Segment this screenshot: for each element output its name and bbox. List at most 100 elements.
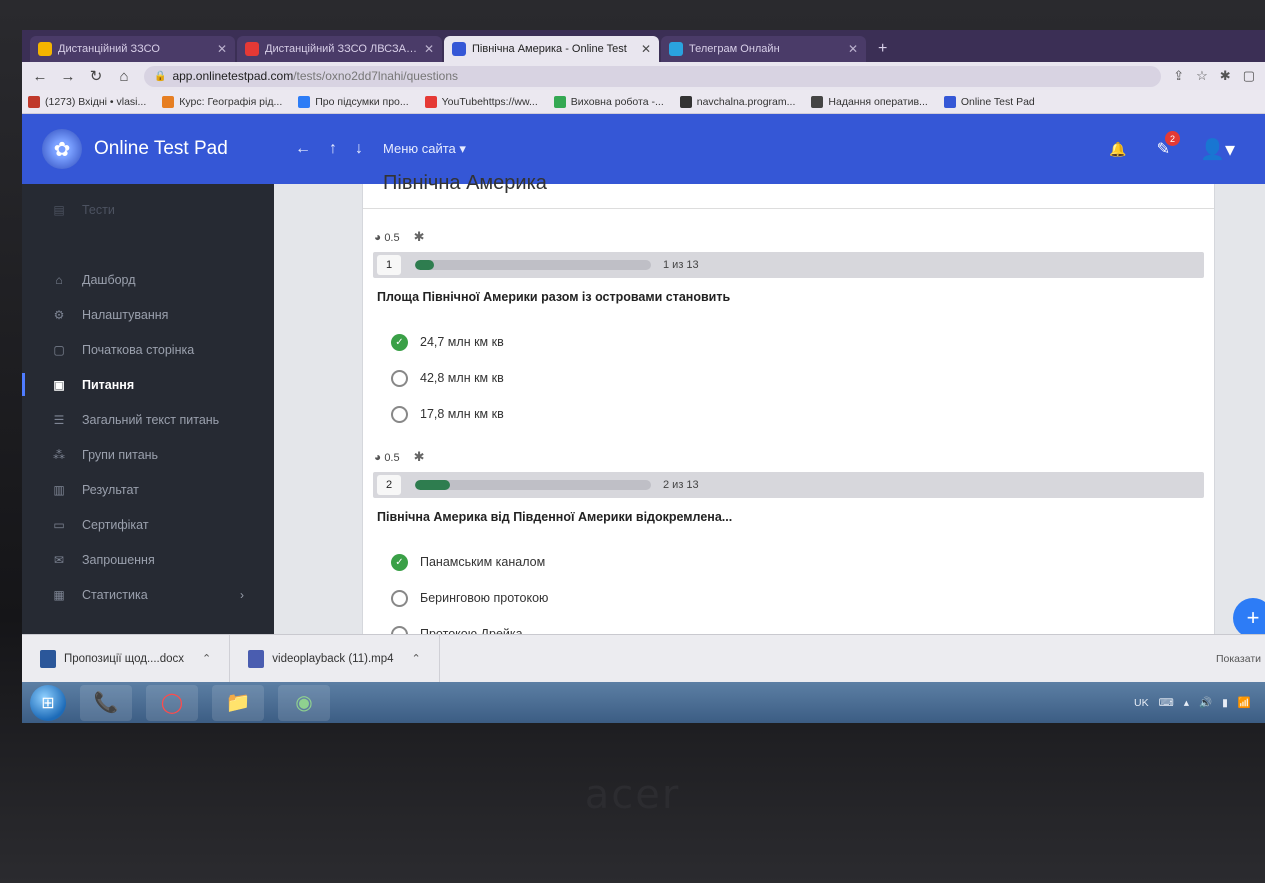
sidebar-item[interactable]: ⌂ Дашборд [22, 262, 274, 297]
browser-tab[interactable]: Північна Америка - Online Test ✕ [444, 36, 659, 62]
close-icon[interactable]: ✕ [217, 42, 227, 56]
sidebar-item-label: Статистика [82, 587, 148, 602]
bookmark-favicon-icon [28, 95, 40, 108]
question-icon: ▣ [53, 377, 65, 392]
bookmark-item[interactable]: Курс: Географія рід... [162, 95, 282, 108]
start-button-icon[interactable]: ⊞ [30, 684, 66, 721]
star-bookmark-icon[interactable]: ☆ [1196, 68, 1208, 84]
sidebar-item-label: Загальний текст питань [82, 412, 220, 427]
show-all-downloads-link[interactable]: Показати [1216, 653, 1265, 665]
question-block: ◕ 0.5 ✱ 2 2 из 13 Північна Америка від Півде… [373, 446, 1204, 652]
home-icon[interactable]: ⌂ [116, 68, 132, 85]
language-indicator[interactable]: UK [1134, 697, 1149, 709]
bookmark-favicon-icon [298, 95, 311, 108]
points-pie-icon: ◕ [374, 450, 382, 464]
download-items: Пропозиції щод....docx ⌃ videoplayback (11… [22, 635, 440, 682]
sidebar-item[interactable]: ⁂ Групи питань [22, 437, 274, 472]
folder-icon[interactable]: 📁 [212, 684, 264, 721]
add-question-button[interactable]: + [1233, 598, 1265, 638]
volume-icon[interactable]: 🔊 [1199, 696, 1212, 709]
forward-icon[interactable]: → [60, 68, 76, 85]
radio-icon[interactable] [391, 369, 408, 387]
bell-icon[interactable]: 🔔 [1109, 141, 1126, 158]
address-bar[interactable]: 🔒 app.onlinetestpad.com/tests/oxno2dd7ln… [144, 65, 1162, 87]
sidebar-item[interactable]: ▤ Тести [22, 192, 274, 227]
bookmark-label: Про підсумки про... [315, 95, 409, 108]
question-text[interactable]: Площа Північної Америки разом із острова… [373, 290, 1204, 304]
bookmark-item[interactable]: Виховна робота -... [553, 95, 664, 108]
user-menu-icon[interactable]: 👤▾ [1200, 137, 1235, 162]
new-tab-button[interactable]: + [868, 40, 897, 62]
app-logo[interactable]: ✿ Online Test Pad [22, 129, 277, 169]
reload-icon[interactable]: ↻ [88, 67, 104, 85]
required-star-icon[interactable]: ✱ [414, 449, 425, 465]
chrome-icon[interactable]: ◉ [278, 684, 330, 721]
site-menu-button[interactable]: Меню сайта ▾ [383, 141, 466, 157]
share-icon[interactable]: ⇪ [1173, 68, 1184, 84]
viber-icon[interactable]: 📞 [80, 684, 132, 721]
question-count: 2 из 13 [663, 479, 699, 491]
answer-option[interactable]: 17,8 млн км кв [391, 396, 1204, 432]
battery-icon[interactable]: ▮ [1222, 697, 1228, 709]
download-item[interactable]: Пропозиції щод....docx ⌃ [22, 635, 231, 682]
required-star-icon[interactable]: ✱ [414, 229, 425, 245]
question-number[interactable]: 2 [377, 475, 401, 495]
radio-icon[interactable] [391, 405, 408, 423]
tests-icon: ▤ [53, 202, 65, 217]
keyboard-icon[interactable]: ⌨ [1159, 697, 1174, 709]
answer-option[interactable]: ✓ Панамським каналом [391, 544, 1204, 580]
sidebar-item[interactable]: ☰ Загальний текст питань [22, 402, 274, 437]
browser-tab[interactable]: Телеграм Онлайн ✕ [661, 36, 866, 62]
bookmark-item[interactable]: YouTubehttps://ww... [424, 95, 538, 108]
sidebar-item[interactable]: ⚙ Налаштування [22, 297, 274, 332]
answer-option[interactable]: ✓ 24,7 млн км кв [391, 324, 1204, 360]
chevron-up-icon[interactable]: ⌃ [202, 652, 211, 665]
sidebar-item[interactable]: ✉ Запрошення [22, 542, 274, 577]
sidebar-item[interactable]: ▥ Результат [22, 472, 274, 507]
sidebar-item[interactable]: ▢ Початкова сторінка [22, 332, 274, 367]
browser-tab[interactable]: Дистанційний ЗЗСО ЛВСЗАНС ✕ [237, 36, 442, 62]
correct-check-icon[interactable]: ✓ [391, 333, 408, 351]
correct-check-icon[interactable]: ✓ [391, 553, 408, 571]
extensions-icon[interactable]: ✱ [1220, 68, 1231, 84]
arrow-up-icon[interactable]: ↑ [329, 140, 337, 158]
answer-label: 42,8 млн км кв [420, 371, 504, 385]
sidebar-item[interactable]: ▣ Питання [22, 367, 274, 402]
bookmark-favicon-icon [553, 95, 566, 108]
bookmark-item[interactable]: Про підсумки про... [298, 95, 409, 108]
bookmark-favicon-icon [679, 95, 692, 108]
bookmark-item[interactable]: navchalna.program... [679, 95, 795, 108]
arrow-down-icon[interactable]: ↓ [355, 140, 363, 158]
close-icon[interactable]: ✕ [424, 42, 434, 56]
answer-label: Беринговою протокою [420, 591, 549, 605]
sidebar-item[interactable]: ▦ Статистика › [22, 577, 274, 612]
answer-option[interactable]: 42,8 млн км кв [391, 360, 1204, 396]
download-bar: Пропозиції щод....docx ⌃ videoplayback (11… [22, 634, 1265, 682]
chat-icon[interactable]: ✎ 2 [1157, 131, 1181, 159]
app-name: Online Test Pad [94, 138, 228, 159]
sidebar-item[interactable]: ▭ Сертифікат [22, 507, 274, 542]
progress-bar-fill [415, 480, 451, 490]
chevron-up-icon[interactable]: ⌃ [412, 652, 421, 665]
network-icon[interactable]: 📶 [1238, 696, 1251, 709]
laptop-frame: Дистанційний ЗЗСО ✕ Дистанційний ЗЗСО ЛВСЗ… [0, 0, 1265, 883]
close-icon[interactable]: ✕ [641, 42, 651, 56]
bookmark-item[interactable]: Надання оператив... [811, 95, 928, 108]
sidepanel-icon[interactable]: ▢ [1243, 68, 1255, 84]
tray-arrow-icon[interactable]: ▴ [1184, 697, 1189, 709]
radio-icon[interactable] [391, 589, 408, 607]
question-number[interactable]: 1 [377, 255, 401, 275]
invite-icon: ✉ [53, 552, 65, 567]
question-text[interactable]: Північна Америка від Південної Америки в… [373, 510, 1204, 524]
close-icon[interactable]: ✕ [848, 42, 858, 56]
browser-tab[interactable]: Дистанційний ЗЗСО ✕ [30, 36, 235, 62]
download-item[interactable]: videoplayback (11).mp4 ⌃ [230, 635, 440, 682]
bookmark-favicon-icon [162, 95, 175, 108]
browser-tab-strip: Дистанційний ЗЗСО ✕ Дистанційний ЗЗСО ЛВСЗ… [22, 30, 1265, 62]
answer-option[interactable]: Беринговою протокою [391, 580, 1204, 616]
bookmark-item[interactable]: (1273) Вхідні • vlasi... [28, 95, 146, 108]
back-icon[interactable]: ← [32, 68, 48, 85]
back-arrow-icon[interactable]: ← [295, 140, 311, 158]
opera-icon[interactable]: ◯ [146, 684, 198, 721]
bookmark-item[interactable]: Online Test Pad [943, 95, 1035, 108]
